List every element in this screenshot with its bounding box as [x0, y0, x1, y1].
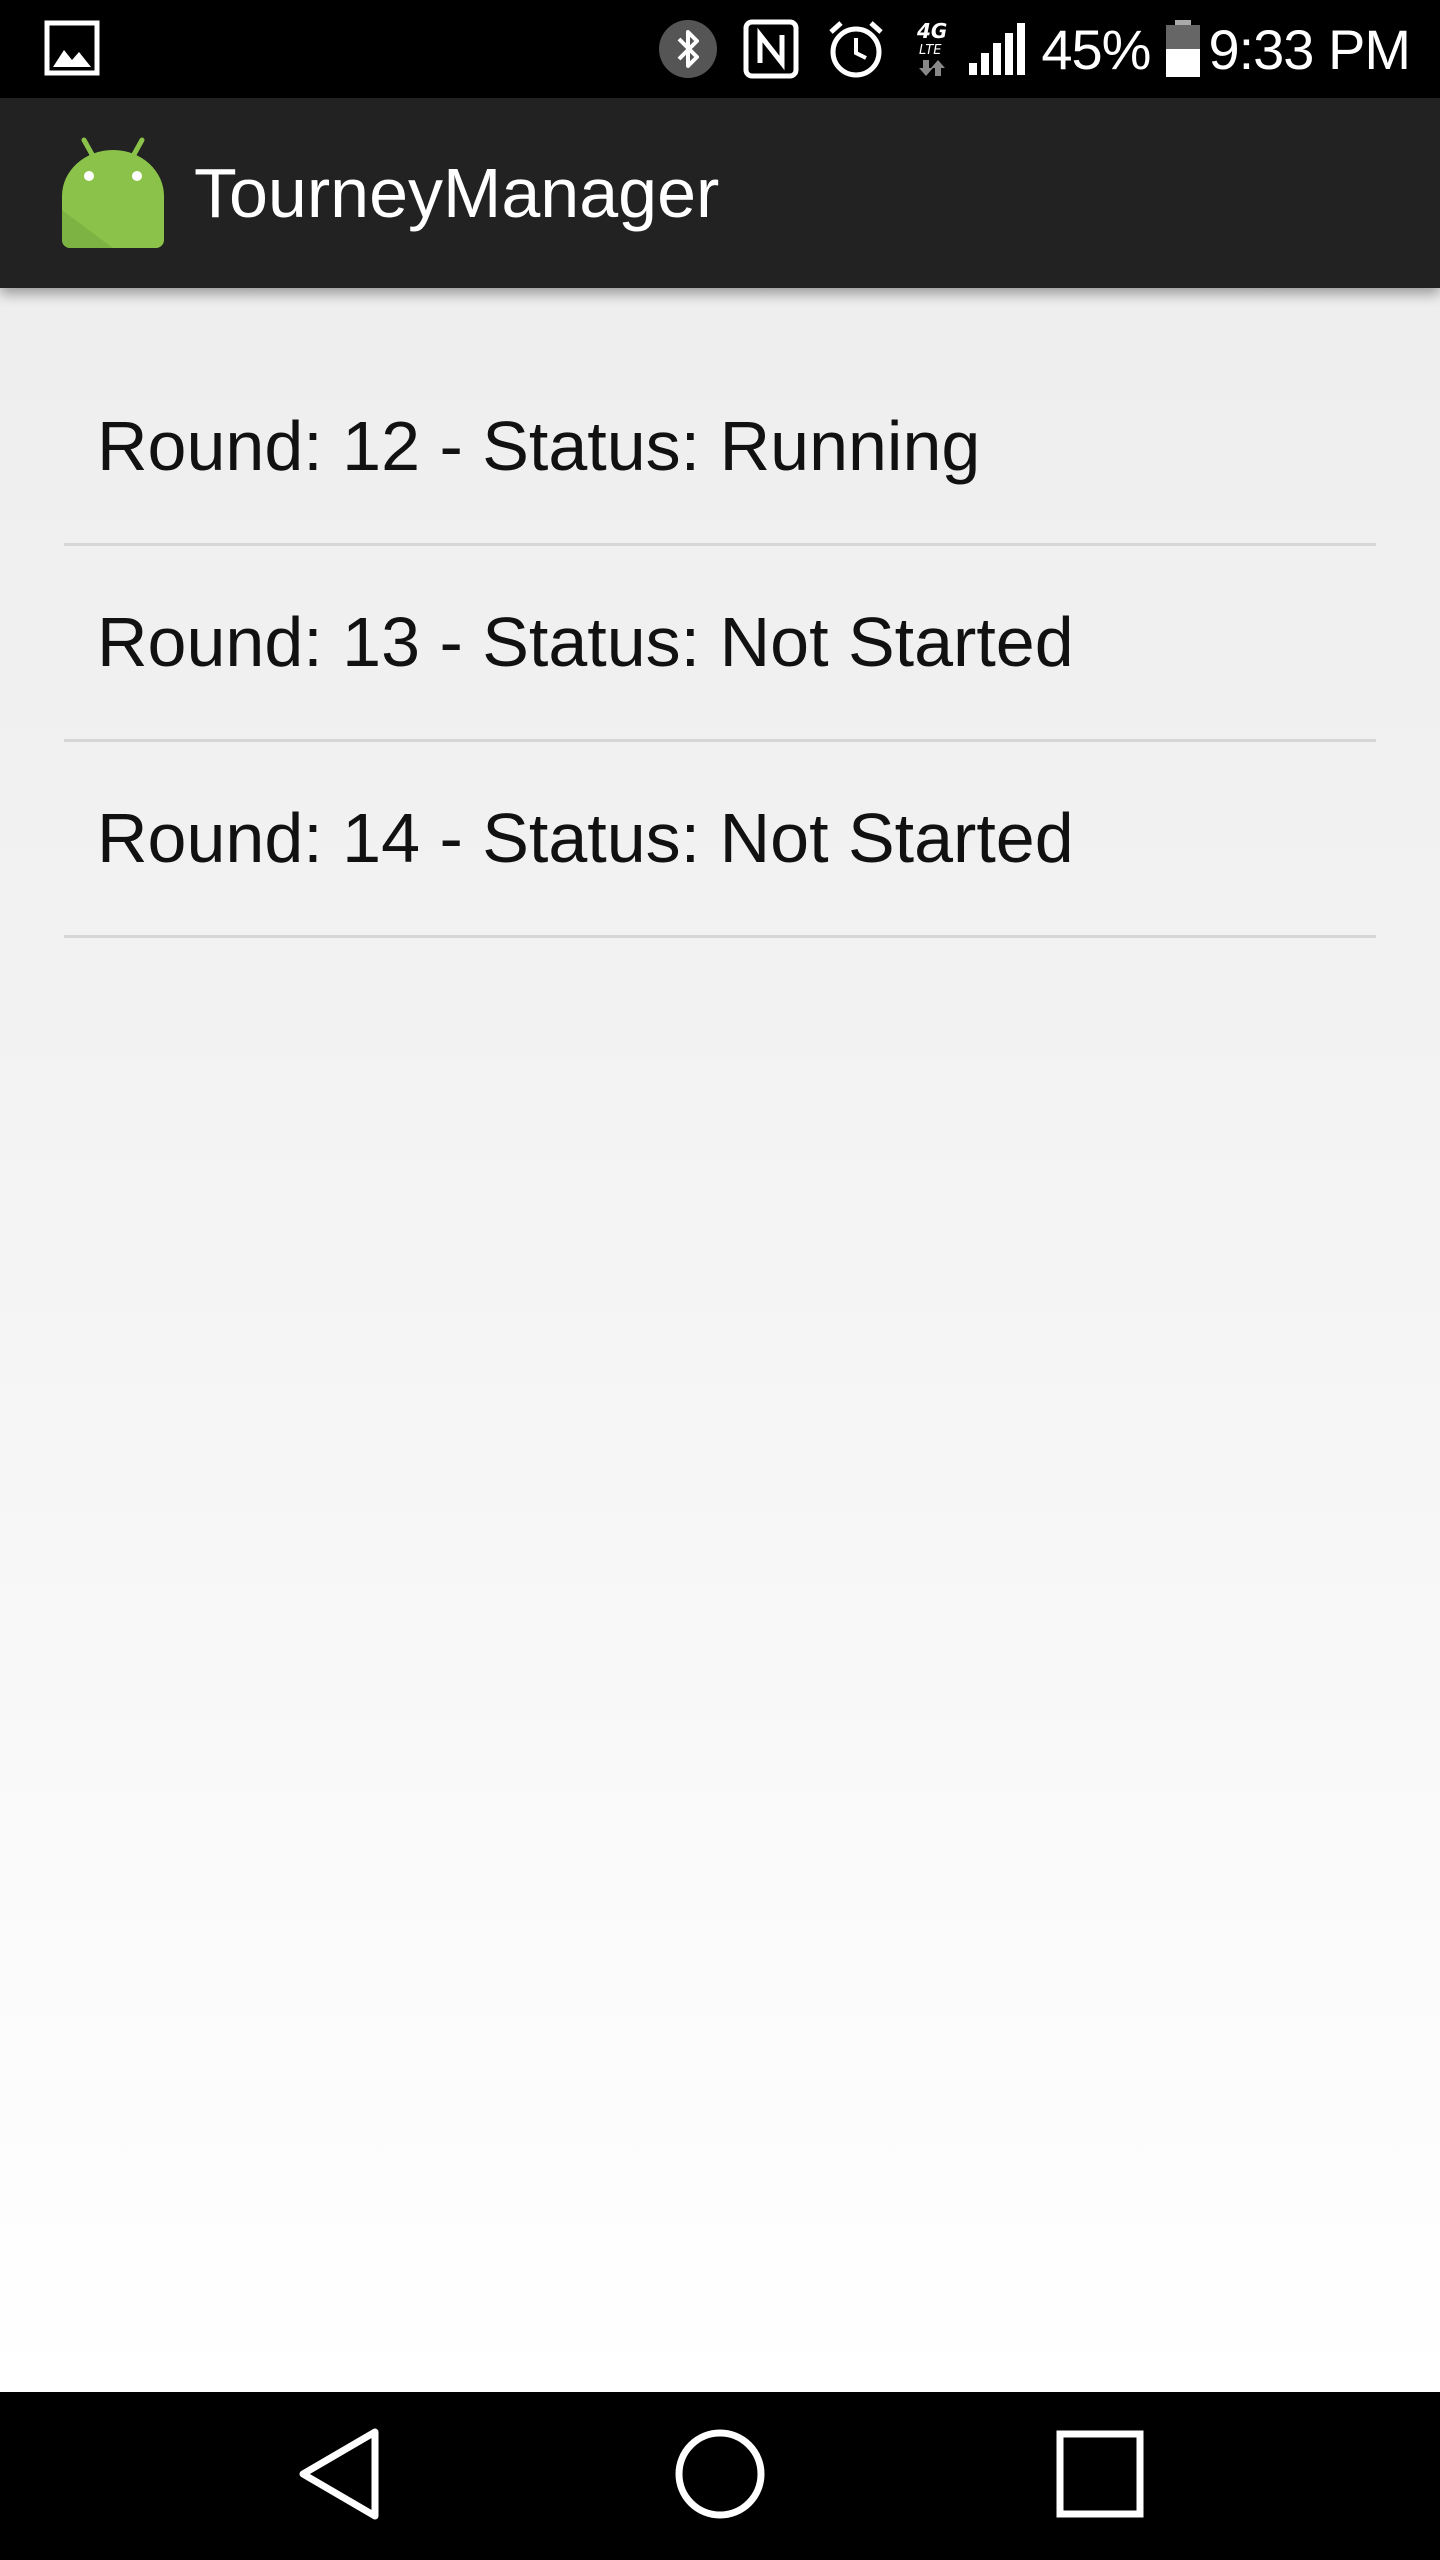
rounds-list: Round: 12 - Status: Running Round: 13 - … [64, 288, 1376, 938]
content-area: Round: 12 - Status: Running Round: 13 - … [0, 288, 1440, 2392]
recent-apps-button[interactable] [1000, 2392, 1200, 2560]
signal-strength-icon [967, 21, 1027, 77]
action-bar: TourneyManager [0, 98, 1440, 288]
battery-percent: 45% [1041, 17, 1151, 81]
battery-icon [1164, 19, 1202, 79]
home-icon [673, 2427, 767, 2526]
image-notification-icon [44, 20, 100, 76]
list-item-label: Round: 12 - Status: Running [97, 407, 981, 485]
app-title: TourneyManager [194, 154, 720, 232]
svg-text:4G: 4G [916, 19, 947, 43]
list-item-round-12[interactable]: Round: 12 - Status: Running [64, 288, 1376, 546]
list-item-label: Round: 13 - Status: Not Started [97, 603, 1074, 681]
android-robot-icon [58, 136, 168, 250]
status-icons: 4G LTE 45% 9:33 PM [633, 0, 1411, 98]
status-bar: 4G LTE 45% 9:33 PM [0, 0, 1440, 98]
back-icon [295, 2426, 385, 2527]
svg-text:LTE: LTE [919, 43, 942, 58]
nfc-icon [743, 19, 799, 79]
alarm-icon [825, 18, 887, 80]
list-item-round-13[interactable]: Round: 13 - Status: Not Started [64, 546, 1376, 742]
back-button[interactable] [240, 2392, 440, 2560]
clock: 9:33 PM [1208, 17, 1411, 81]
navigation-bar [0, 2392, 1440, 2560]
list-item-label: Round: 14 - Status: Not Started [97, 799, 1074, 877]
lte-data-icon: 4G LTE [913, 18, 953, 80]
list-item-round-14[interactable]: Round: 14 - Status: Not Started [64, 742, 1376, 938]
bluetooth-icon [659, 20, 718, 78]
home-button[interactable] [620, 2392, 820, 2560]
recent-apps-icon [1055, 2429, 1145, 2524]
